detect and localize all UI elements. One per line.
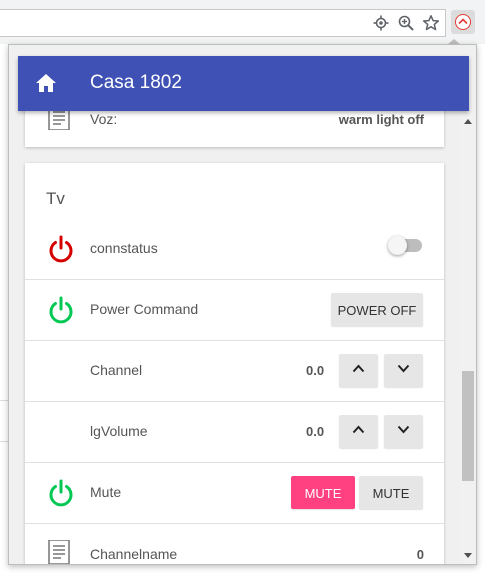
lgvolume-value: 0.0 [306, 424, 325, 439]
extension-popup: Casa 1802 Voz: warm light off Tv connsta… [8, 44, 477, 565]
connstatus-row: connstatus [25, 219, 444, 280]
browser-toolbar [0, 0, 485, 44]
mute-row: Mute MUTE MUTE [25, 463, 444, 524]
channel-value: 0.0 [306, 363, 325, 378]
channelname-label: Channelname [90, 546, 178, 562]
scroll-thumb[interactable] [462, 371, 474, 481]
page-divider [0, 441, 8, 442]
location-icon[interactable] [372, 14, 390, 32]
extension-button[interactable] [451, 10, 475, 34]
popup-scrollbar[interactable] [460, 111, 476, 564]
lgvolume-row: lgVolume 0.0 [25, 402, 444, 463]
document-icon [47, 539, 71, 564]
connstatus-label: connstatus [90, 240, 158, 256]
chevron-down-icon [397, 425, 410, 434]
power-off-button[interactable]: POWER OFF [331, 293, 423, 326]
chevron-up-icon [352, 364, 365, 373]
power-command-row: Power Command POWER OFF [25, 280, 444, 341]
mute-off-button[interactable]: MUTE [359, 476, 423, 509]
connstatus-toggle[interactable] [388, 236, 422, 255]
volume-up-button[interactable] [339, 415, 378, 448]
scroll-up-arrow[interactable] [464, 119, 472, 124]
power-icon [47, 235, 75, 268]
home-icon[interactable] [35, 73, 57, 98]
toggle-knob [388, 236, 407, 255]
extension-icon [455, 14, 471, 30]
mute-on-button[interactable]: MUTE [291, 476, 355, 509]
power-command-label: Power Command [90, 301, 199, 317]
app-title: Casa 1802 [90, 72, 182, 93]
channel-up-button[interactable] [339, 354, 378, 387]
zoom-icon[interactable] [397, 14, 415, 32]
channel-down-button[interactable] [384, 354, 423, 387]
voice-value: warm light off [338, 112, 424, 127]
app-header: Casa 1802 [18, 56, 469, 111]
channelname-row: Channelname 0 [25, 524, 444, 564]
voice-label: Voz: [90, 111, 118, 127]
mute-label: Mute [90, 484, 122, 500]
page-divider [0, 400, 8, 401]
power-icon [47, 479, 75, 512]
section-title: Tv [46, 189, 65, 208]
chevron-up-icon [352, 425, 365, 434]
lgvolume-label: lgVolume [90, 423, 148, 439]
channel-label: Channel [90, 362, 143, 378]
volume-down-button[interactable] [384, 415, 423, 448]
bookmark-star-icon[interactable] [422, 14, 440, 32]
chevron-down-icon [397, 364, 410, 373]
tv-card: Tv connstatus Power Command POWER OFF Ch… [25, 163, 444, 564]
scroll-down-arrow[interactable] [464, 553, 472, 558]
channelname-value: 0 [416, 547, 424, 562]
power-icon [47, 296, 75, 329]
channel-row: Channel 0.0 [25, 341, 444, 402]
